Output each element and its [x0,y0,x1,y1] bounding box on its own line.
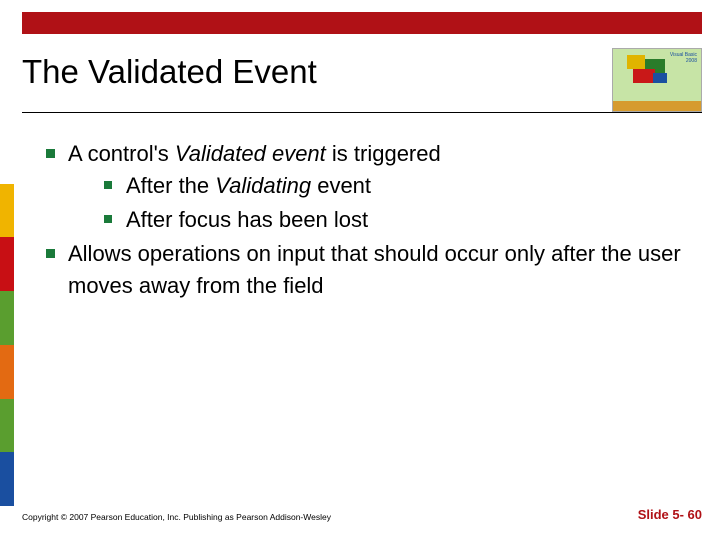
text-italic: Validated event [175,141,326,166]
logo-footer-band [613,101,701,111]
top-accent-bar [22,12,702,34]
list-item: After the Validating event [98,170,696,202]
logo-text: Visual Basic 2008 [670,53,697,64]
lego-block-icon [653,73,667,83]
list-item: After focus has been lost [98,204,696,236]
footer: Copyright © 2007 Pearson Education, Inc.… [22,507,702,522]
bullet-list: A control's Validated event is triggered… [40,138,696,303]
slide: The Validated Event Visual Basic 2008 A … [0,0,720,540]
text-italic: Validating [215,173,311,198]
book-cover-logo: Visual Basic 2008 [612,48,702,112]
sidebar-seg [0,452,14,506]
text-run: event [311,173,371,198]
bullet-sublist: After the Validating event After focus h… [98,170,696,236]
list-item: A control's Validated event is triggered… [40,138,696,236]
sidebar-seg [0,345,14,399]
lego-block-icon [633,69,655,83]
list-item: Allows operations on input that should o… [40,238,696,302]
text-run: Allows operations on input that should o… [68,241,681,298]
sidebar-seg [0,291,14,345]
logo-text-line2: 2008 [670,59,697,65]
slide-title: The Validated Event [22,48,317,92]
text-run: A control's [68,141,175,166]
sidebar-seg [0,237,14,291]
text-run: After focus has been lost [126,207,368,232]
color-sidebar [0,130,14,506]
text-run: After the [126,173,215,198]
slide-number: Slide 5- 60 [638,507,702,522]
text-run: is triggered [326,141,441,166]
content-area: A control's Validated event is triggered… [40,138,696,305]
copyright-text: Copyright © 2007 Pearson Education, Inc.… [22,512,331,522]
sidebar-seg [0,399,14,453]
sidebar-seg [0,130,14,184]
title-row: The Validated Event Visual Basic 2008 [22,48,702,112]
lego-block-icon [627,55,645,69]
title-underline [22,112,702,113]
sidebar-seg [0,184,14,238]
